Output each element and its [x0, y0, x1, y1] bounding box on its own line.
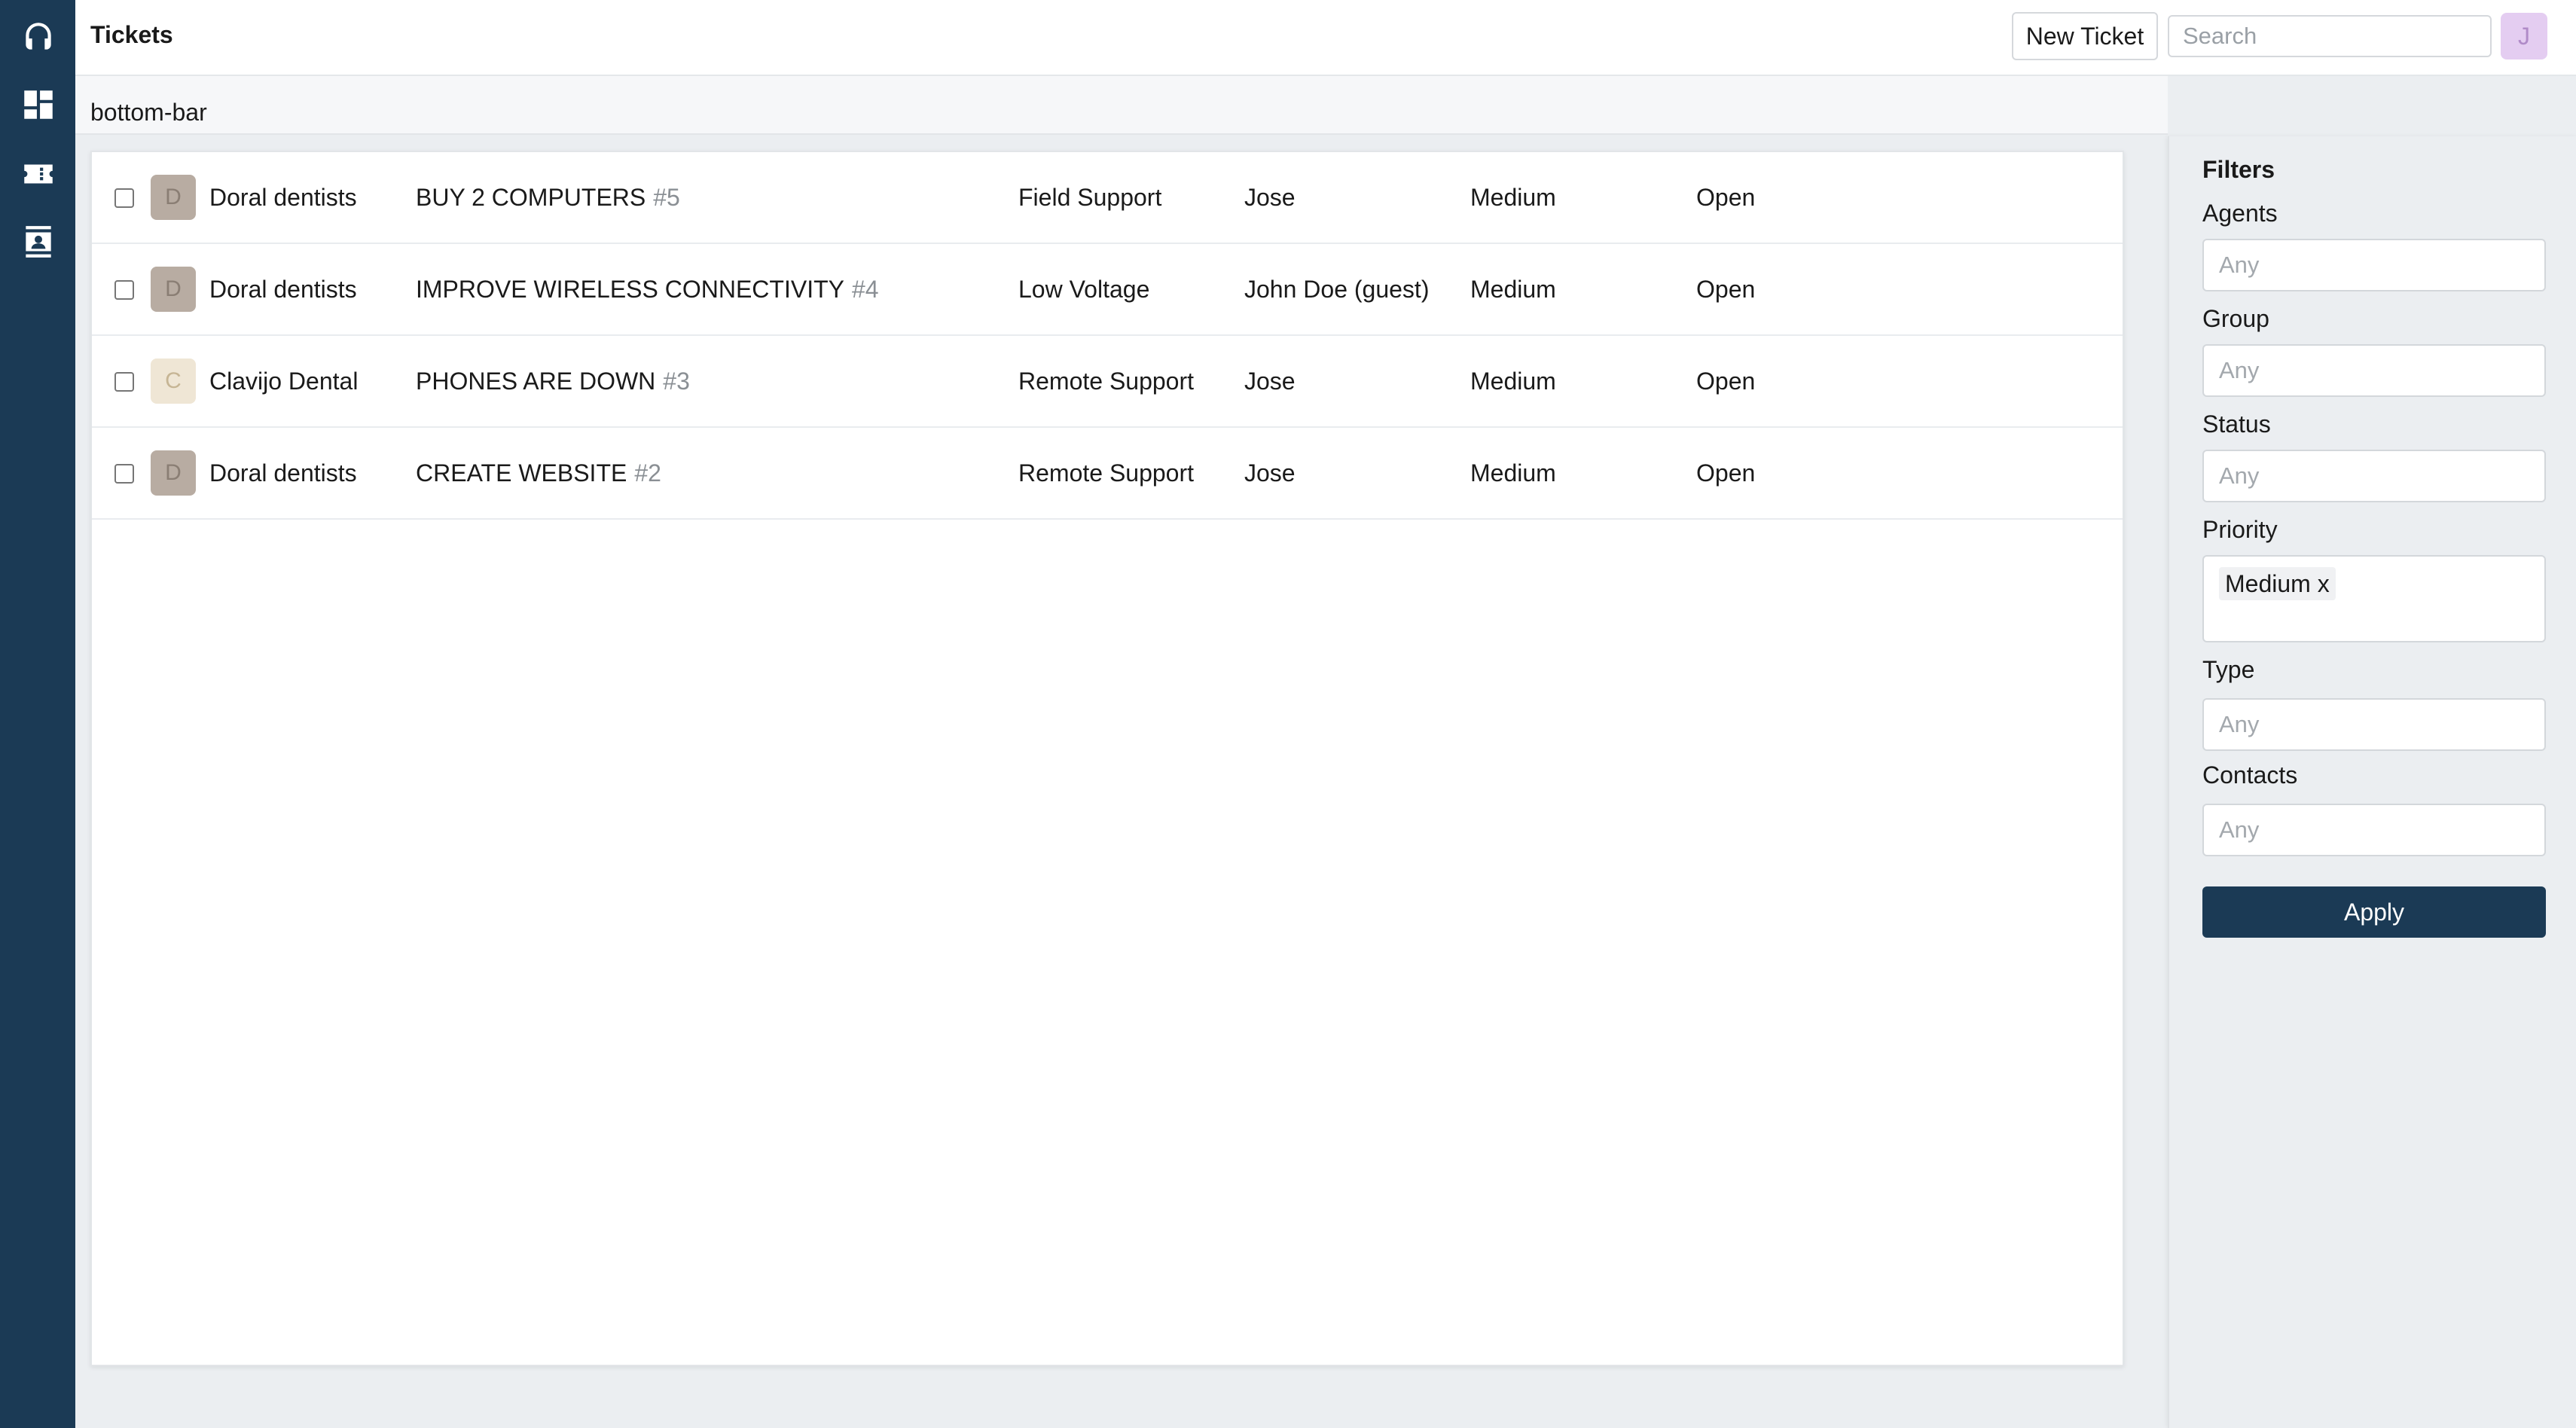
- agents-label: Agents: [2202, 200, 2278, 227]
- sidebar: [0, 0, 75, 1428]
- table-row[interactable]: C Clavijo Dental PHONES ARE DOWN #3 Remot…: [92, 336, 2123, 428]
- ticket-status: Open: [1696, 459, 1756, 487]
- ticket-group: Remote Support: [1018, 368, 1195, 395]
- search-input[interactable]: [2168, 15, 2492, 57]
- bottom-bar-label: bottom-bar: [90, 99, 207, 126]
- ticket-status: Open: [1696, 276, 1756, 303]
- ticket-group: Field Support: [1018, 184, 1162, 211]
- group-filter-input[interactable]: Any: [2202, 344, 2546, 397]
- company-name: Doral dentists: [209, 184, 357, 211]
- ticket-status: Open: [1696, 368, 1756, 395]
- row-checkbox[interactable]: [114, 372, 134, 392]
- bottom-bar: bottom-bar: [75, 76, 2168, 135]
- ticket-priority: Medium: [1470, 276, 1556, 303]
- row-checkbox[interactable]: [114, 464, 134, 484]
- page-title: Tickets: [90, 21, 173, 48]
- contacts-icon[interactable]: [20, 223, 57, 261]
- ticket-subject[interactable]: IMPROVE WIRELESS CONNECTIVITY #4: [416, 244, 879, 334]
- company-avatar: D: [151, 267, 196, 312]
- dashboard-icon[interactable]: [20, 86, 57, 124]
- group-label: Group: [2202, 305, 2269, 332]
- ticket-subject[interactable]: PHONES ARE DOWN #3: [416, 336, 690, 426]
- ticket-agent: Jose: [1244, 459, 1296, 487]
- ticket-number: #2: [634, 459, 661, 487]
- ticket-subject-text[interactable]: CREATE WEBSITE: [416, 459, 627, 487]
- agents-filter-input[interactable]: Any: [2202, 239, 2546, 291]
- priority-filter-input[interactable]: Medium x: [2202, 555, 2546, 642]
- ticket-subject-text[interactable]: BUY 2 COMPUTERS: [416, 184, 646, 211]
- ticket-number: #3: [663, 368, 690, 395]
- contacts-label: Contacts: [2202, 761, 2298, 789]
- status-filter-input[interactable]: Any: [2202, 450, 2546, 502]
- ticket-subject[interactable]: BUY 2 COMPUTERS #5: [416, 152, 680, 243]
- type-filter-input[interactable]: Any: [2202, 698, 2546, 751]
- table-row[interactable]: D Doral dentists IMPROVE WIRELESS CONNEC…: [92, 244, 2123, 336]
- ticket-list: D Doral dentists BUY 2 COMPUTERS #5 Field…: [90, 151, 2124, 1366]
- ticket-agent: John Doe (guest): [1244, 276, 1430, 303]
- ticket-subject-text[interactable]: IMPROVE WIRELESS CONNECTIVITY: [416, 276, 844, 303]
- ticket-subject-text[interactable]: PHONES ARE DOWN: [416, 368, 655, 395]
- headset-icon[interactable]: [20, 18, 57, 56]
- company-name: Clavijo Dental: [209, 368, 359, 395]
- ticket-priority: Medium: [1470, 368, 1556, 395]
- row-checkbox[interactable]: [114, 188, 134, 208]
- user-avatar[interactable]: J: [2501, 13, 2547, 60]
- contacts-filter-input[interactable]: Any: [2202, 804, 2546, 856]
- type-label: Type: [2202, 656, 2255, 683]
- ticket-subject[interactable]: CREATE WEBSITE #2: [416, 428, 661, 518]
- ticket-icon[interactable]: [20, 155, 57, 193]
- ticket-agent: Jose: [1244, 184, 1296, 211]
- ticket-priority: Medium: [1470, 459, 1556, 487]
- status-label: Status: [2202, 410, 2271, 438]
- app-window: Tickets New Ticket J bottom-bar D Doral …: [0, 0, 2576, 1428]
- ticket-priority: Medium: [1470, 184, 1556, 211]
- ticket-group: Remote Support: [1018, 459, 1195, 487]
- row-checkbox[interactable]: [114, 280, 134, 300]
- ticket-number: #4: [851, 276, 879, 303]
- top-bar: Tickets New Ticket J: [75, 0, 2576, 76]
- ticket-group: Low Voltage: [1018, 276, 1150, 303]
- new-ticket-button[interactable]: New Ticket: [2012, 12, 2158, 60]
- apply-button[interactable]: Apply: [2202, 886, 2546, 938]
- company-name: Doral dentists: [209, 459, 357, 487]
- ticket-status: Open: [1696, 184, 1756, 211]
- company-avatar: C: [151, 359, 196, 404]
- table-row[interactable]: D Doral dentists BUY 2 COMPUTERS #5 Field…: [92, 152, 2123, 244]
- table-row[interactable]: D Doral dentists CREATE WEBSITE #2 Remote…: [92, 428, 2123, 520]
- company-name: Doral dentists: [209, 276, 357, 303]
- ticket-agent: Jose: [1244, 368, 1296, 395]
- filters-panel: Filters Agents Any Group Any Status Any …: [2168, 136, 2576, 1428]
- priority-tag-medium[interactable]: Medium x: [2219, 567, 2336, 600]
- priority-label: Priority: [2202, 516, 2278, 543]
- ticket-number: #5: [653, 184, 680, 211]
- company-avatar: D: [151, 175, 196, 220]
- filters-title: Filters: [2202, 156, 2275, 183]
- company-avatar: D: [151, 450, 196, 496]
